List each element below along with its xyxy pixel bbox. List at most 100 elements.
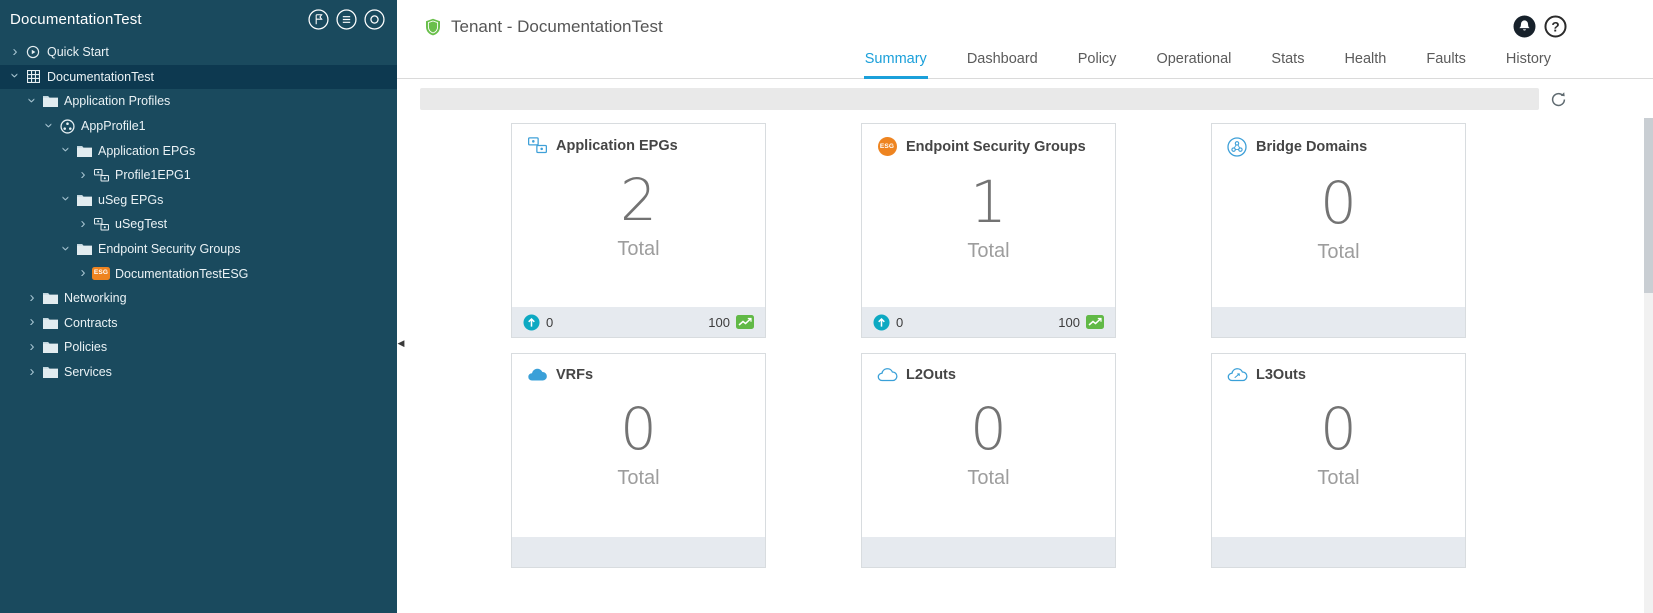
health-arrow-icon	[873, 314, 890, 331]
tab-policy[interactable]: Policy	[1077, 45, 1118, 79]
tree-item-label: uSeg EPGs	[98, 192, 164, 207]
card-title: VRFs	[556, 367, 594, 383]
tree-item[interactable]: › Contracts	[0, 311, 397, 336]
tree-item[interactable]: › Endpoint Security Groups	[0, 237, 397, 262]
folder-icon	[75, 243, 93, 256]
main-header: Tenant - DocumentationTest ?	[397, 0, 1653, 45]
tree-item-label: Application EPGs	[98, 143, 196, 158]
chevron-right-icon[interactable]: ›	[25, 339, 39, 354]
tree-item-label: Services	[64, 365, 112, 380]
tree-item[interactable]: › DocumentationTest	[0, 64, 397, 90]
tab-stats[interactable]: Stats	[1270, 45, 1305, 79]
card-footer	[1212, 537, 1465, 567]
chevron-right-icon[interactable]: ›	[76, 265, 90, 280]
health-arrow-icon	[523, 314, 540, 331]
esg-card-icon: ESG	[876, 137, 898, 156]
chevron-down-icon[interactable]: ›	[41, 118, 58, 132]
tab-health[interactable]: Health	[1343, 45, 1387, 79]
tree-item[interactable]: › Services	[0, 360, 397, 385]
header-icons: ?	[1513, 15, 1567, 38]
chevron-right-icon[interactable]: ›	[25, 290, 39, 305]
sidebar-collapse-handle[interactable]: ◀	[396, 332, 406, 354]
folder-icon	[41, 292, 59, 305]
tree-item[interactable]: › AppProfile1	[0, 114, 397, 139]
tree-item[interactable]: › Quick Start	[0, 40, 397, 65]
card-health-value: 0	[896, 314, 904, 330]
summary-card[interactable]: Bridge Domains 0 Total	[1211, 123, 1466, 338]
refresh-icon[interactable]	[1550, 91, 1567, 108]
tab-operational[interactable]: Operational	[1155, 45, 1232, 79]
card-footer-health: 0	[523, 314, 553, 331]
tree-item[interactable]: › Profile1EPG1	[0, 163, 397, 188]
tab-bar: Summary Dashboard Policy Operational Stats He…	[397, 45, 1653, 79]
tree-item[interactable]: › uSegTest	[0, 212, 397, 237]
card-total-label: Total	[967, 467, 1010, 489]
tab-summary[interactable]: Summary	[863, 45, 928, 79]
card-health-value: 0	[546, 314, 554, 330]
filter-toolbar[interactable]	[420, 88, 1539, 110]
help-icon[interactable]: ?	[1544, 15, 1567, 38]
tree-item[interactable]: › Policies	[0, 335, 397, 360]
tab-dashboard[interactable]: Dashboard	[966, 45, 1039, 79]
target-icon[interactable]	[364, 9, 385, 30]
chevron-down-icon[interactable]: ›	[58, 143, 75, 157]
chevron-down-icon[interactable]: ›	[58, 241, 75, 255]
sidebar-title: DocumentationTest	[10, 11, 142, 28]
tree-item-label: AppProfile1	[81, 119, 146, 134]
tree-item[interactable]: › Application EPGs	[0, 138, 397, 163]
tree-item[interactable]: › uSeg EPGs	[0, 188, 397, 213]
epg-icon	[92, 217, 110, 231]
flag-icon[interactable]	[308, 9, 329, 30]
chevron-down-icon[interactable]: ›	[24, 93, 41, 107]
tab-history[interactable]: History	[1505, 45, 1552, 79]
tenant-icon	[24, 70, 42, 84]
chevron-right-icon[interactable]: ›	[25, 314, 39, 329]
health-score-chart-icon	[736, 315, 754, 329]
chevron-right-icon[interactable]: ›	[76, 216, 90, 231]
card-footer-score: 100	[1058, 315, 1104, 330]
tree-item-label: Policies	[64, 340, 108, 355]
card-title: Application EPGs	[556, 137, 678, 154]
card-title: L3Outs	[1256, 367, 1306, 383]
card-total-label: Total	[967, 240, 1010, 262]
tree-item-label: Endpoint Security Groups	[98, 242, 241, 257]
chevron-down-icon[interactable]: ›	[58, 192, 75, 206]
list-icon[interactable]	[336, 9, 357, 30]
tree-item-label: Quick Start	[47, 45, 109, 60]
card-title: L2Outs	[906, 367, 956, 383]
chevron-right-icon[interactable]: ›	[76, 167, 90, 182]
tree-item-label: Networking	[64, 291, 127, 306]
cards-grid: Application EPGs 2 Total 0 100 ESG Endpo…	[397, 123, 1653, 568]
page-title: Tenant - DocumentationTest	[451, 16, 663, 36]
summary-card[interactable]: Application EPGs 2 Total 0 100	[511, 123, 766, 338]
card-footer: 0 100	[862, 307, 1115, 337]
tree-item-label: Profile1EPG1	[115, 168, 191, 183]
tree-item[interactable]: › Networking	[0, 286, 397, 311]
toolbar	[397, 79, 1653, 119]
sidebar-tree: › Quick Start › DocumentationTest › Appl…	[0, 40, 397, 384]
notifications-icon[interactable]	[1513, 15, 1536, 38]
chevron-down-icon[interactable]: ›	[7, 69, 24, 83]
card-total-label: Total	[617, 467, 660, 489]
summary-card[interactable]: L2Outs 0 Total	[861, 353, 1116, 568]
vertical-scrollbar[interactable]	[1644, 118, 1653, 613]
tree-item-label: DocumentationTestESG	[115, 266, 249, 281]
card-header: L2Outs	[862, 354, 970, 383]
tab-faults[interactable]: Faults	[1425, 45, 1467, 79]
card-footer: 0 100	[512, 307, 765, 337]
chevron-right-icon[interactable]: ›	[25, 364, 39, 379]
tree-item[interactable]: › ESG DocumentationTestESG	[0, 261, 397, 286]
scrollbar-thumb[interactable]	[1644, 118, 1653, 293]
chevron-right-icon[interactable]: ›	[8, 44, 22, 59]
tree-item-label: uSegTest	[115, 217, 168, 232]
card-value: 0	[1320, 169, 1357, 237]
tree-item[interactable]: › Application Profiles	[0, 89, 397, 114]
summary-card[interactable]: ESG Endpoint Security Groups 1 Total 0 1…	[861, 123, 1116, 338]
card-title: Bridge Domains	[1256, 139, 1368, 155]
summary-card[interactable]: L3Outs 0 Total	[1211, 353, 1466, 568]
folder-icon	[75, 194, 93, 206]
svg-text:?: ?	[1551, 19, 1559, 34]
summary-card[interactable]: VRFs 0 Total	[511, 353, 766, 568]
folder-icon	[41, 317, 59, 329]
card-total-label: Total	[617, 238, 660, 260]
